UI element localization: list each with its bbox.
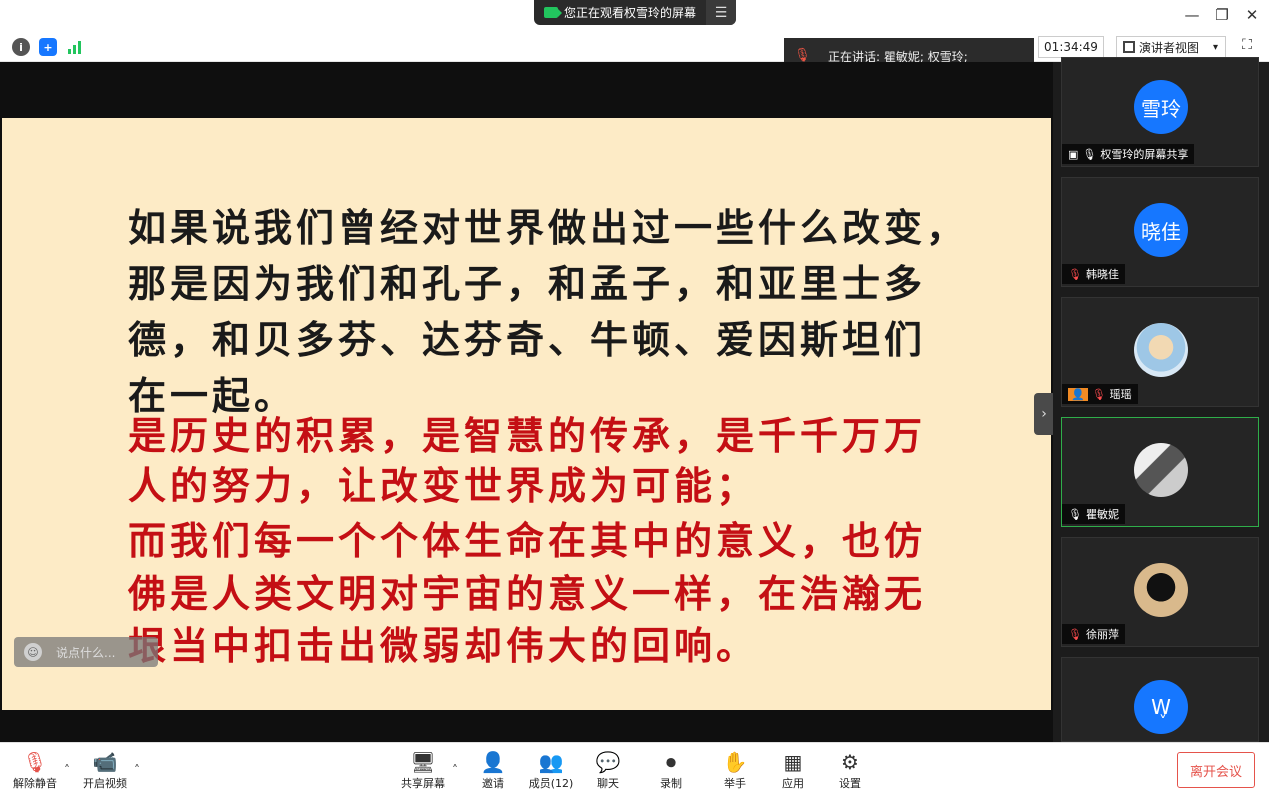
video-off-icon: 📹 (92, 750, 118, 774)
chevron-up-icon[interactable]: ˄ (64, 763, 70, 777)
apps-icon: ▦ (783, 750, 803, 774)
invite-label: 邀请 (482, 777, 504, 790)
avatar (1134, 443, 1188, 497)
chevron-up-icon[interactable]: ˄ (134, 763, 140, 777)
fullscreen-icon[interactable]: ⛶ (1237, 37, 1257, 57)
mic-muted-icon: 🎙 (1068, 627, 1082, 641)
mic-muted-icon: 🎙 (1068, 267, 1082, 281)
slide-line: 佛是人类文明对宇宙的意义一样，在浩瀚无 (128, 571, 927, 616)
screen-share-icon: ▣ (1068, 147, 1079, 161)
avatar (1134, 563, 1188, 617)
mic-on-icon: 🎙 (1068, 507, 1082, 521)
participant-name-bar: 🎙 徐丽萍 (1062, 624, 1125, 644)
presentation-slide: 如果说我们曾经对世界做出过一些什么改变， 那是因为我们和孔子，和孟子，和亚里士多… (2, 118, 1051, 710)
settings-button[interactable]: ⚙ 设置 (819, 749, 881, 795)
view-mode-label: 演讲者视图 (1139, 40, 1200, 55)
avatar (1134, 323, 1188, 377)
chevron-up-icon[interactable]: ˄ (452, 763, 458, 777)
participant-tile[interactable]: 雪玲 ▣ 🎙 权雪玲的屏幕共享 (1061, 57, 1259, 167)
chevron-down-icon: ▾ (1213, 41, 1219, 53)
record-label: 录制 (660, 777, 682, 790)
raise-hand-button[interactable]: ✋ 举手 (704, 749, 766, 795)
raise-hand-label: 举手 (724, 777, 746, 790)
info-icon[interactable]: i (12, 38, 30, 56)
close-button[interactable]: ✕ (1242, 6, 1262, 24)
members-button[interactable]: 👥 成员(12) (520, 749, 582, 795)
slide-line: 德，和贝多芬、达芬奇、牛顿、爱因斯坦们 (128, 317, 927, 362)
slide-line: 是历史的积累，是智慧的传承，是千千万万 (128, 413, 927, 458)
avatar: 雪玲 (1134, 80, 1188, 134)
slide-line: 那是因为我们和孔子，和孟子，和亚里士多 (128, 261, 927, 306)
layout-icon (1123, 41, 1135, 53)
record-icon: ⏺ (666, 750, 676, 774)
view-mode-dropdown[interactable]: 演讲者视图 ▾ (1116, 36, 1226, 58)
participant-name: 权雪玲的屏幕共享 (1100, 148, 1189, 161)
avatar: 晓佳 (1134, 203, 1188, 257)
slide-line: 而我们每一个个体生命在其中的意义，也仿 (128, 518, 927, 563)
participant-name: 瑶瑶 (1109, 388, 1132, 401)
mic-muted-icon: 🎙 (1091, 387, 1106, 401)
hand-icon: ✋ (722, 750, 748, 774)
gear-icon: ⚙ (841, 750, 859, 774)
record-button[interactable]: ⏺ 录制 (640, 749, 702, 795)
meeting-timer: 01:34:49 (1038, 36, 1104, 58)
members-label: 成员(12) (528, 777, 574, 790)
minimize-button[interactable]: — (1182, 6, 1202, 24)
participant-name-bar: 🎙 瞿敏妮 (1062, 504, 1125, 524)
unmute-label: 解除静音 (13, 777, 57, 790)
sharing-banner[interactable]: 您正在观看权雪玲的屏幕 ☰ (534, 0, 736, 25)
meeting-control-bar: 🎙 解除静音 ˄ 📹 开启视频 ˄ 🖥 共享屏幕 ˄ 👤 邀请 👥 成员(12)… (0, 742, 1269, 798)
apps-button[interactable]: ▦ 应用 (762, 749, 824, 795)
title-bar: 您正在观看权雪玲的屏幕 ☰ — ❐ ✕ (0, 0, 1269, 32)
participant-tile[interactable]: 晓佳 🎙 韩晓佳 (1061, 177, 1259, 287)
participant-tile[interactable]: 🎙 徐丽萍 (1061, 537, 1259, 647)
participant-name: 瞿敏妮 (1085, 508, 1119, 521)
unmute-button[interactable]: 🎙 解除静音 (4, 749, 66, 795)
participant-name-bar: 👤 🎙 瑶瑶 (1062, 384, 1138, 404)
participant-name-bar: 🎙 韩晓佳 (1062, 264, 1125, 284)
slide-line: 如果说我们曾经对世界做出过一些什么改变， (128, 205, 969, 250)
start-video-button[interactable]: 📹 开启视频 (74, 749, 136, 795)
quick-chat-input[interactable]: ☺ 说点什么... (14, 637, 158, 667)
participant-name-bar: ▣ 🎙 权雪玲的屏幕共享 (1062, 144, 1195, 164)
host-icon: 👤 (1068, 387, 1088, 401)
camera-icon (544, 7, 562, 18)
slide-line: 垠当中扣击出微弱却伟大的回响。 (128, 623, 759, 668)
members-icon: 👥 (538, 750, 564, 774)
start-video-label: 开启视频 (83, 777, 127, 790)
settings-label: 设置 (839, 777, 861, 790)
share-screen-button[interactable]: 🖥 共享屏幕 (392, 749, 454, 795)
collapse-sidebar-handle[interactable]: › (1034, 393, 1054, 435)
mic-on-icon: 🎙 (1082, 147, 1097, 161)
chat-icon: 💬 (595, 750, 621, 774)
participant-name: 韩晓佳 (1085, 268, 1119, 281)
chat-label: 聊天 (597, 777, 619, 790)
signal-icon[interactable] (66, 38, 84, 56)
sharing-banner-text: 您正在观看权雪玲的屏幕 (564, 6, 697, 20)
scroll-down-icon[interactable]: ˅ (1128, 710, 1198, 732)
chat-placeholder: 说点什么... (56, 645, 116, 660)
participant-name: 徐丽萍 (1085, 628, 1119, 641)
slide-line: 人的努力，让改变世界成为可能； (128, 463, 759, 508)
invite-button[interactable]: 👤 邀请 (462, 749, 524, 795)
share-screen-label: 共享屏幕 (401, 777, 445, 790)
restore-button[interactable]: ❐ (1212, 6, 1232, 24)
participant-tile[interactable]: 👤 🎙 瑶瑶 (1061, 297, 1259, 407)
participant-tile[interactable]: 🎙 瞿敏妮 (1061, 417, 1259, 527)
emoji-icon[interactable]: ☺ (24, 643, 42, 661)
menu-icon[interactable]: ☰ (706, 0, 736, 25)
leave-meeting-button[interactable]: 离开会议 (1177, 752, 1255, 788)
add-user-icon: 👤 (480, 750, 506, 774)
shield-icon[interactable]: + (39, 38, 57, 56)
share-screen-icon: 🖥 (410, 750, 436, 774)
chat-button[interactable]: 💬 聊天 (577, 749, 639, 795)
apps-label: 应用 (782, 777, 804, 790)
mic-muted-icon: 🎙 (22, 750, 48, 774)
